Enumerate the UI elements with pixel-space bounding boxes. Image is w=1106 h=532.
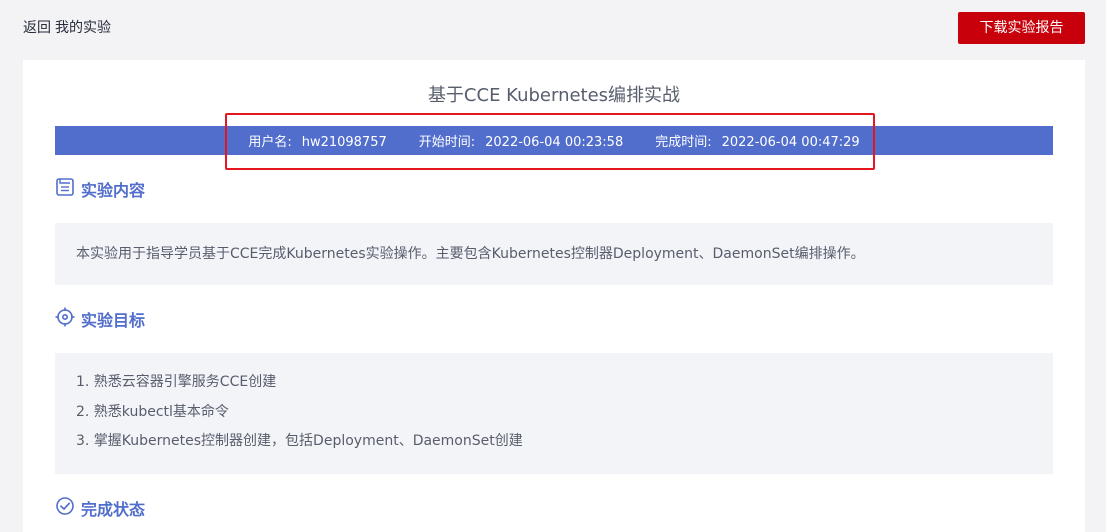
- section-title-content: 实验内容: [55, 178, 145, 200]
- end-time-label: 完成时间:: [655, 135, 712, 150]
- report-card: 基于CCE Kubernetes编排实战 用户名: hw21098757 开始时间…: [23, 60, 1085, 532]
- download-report-button[interactable]: 下载实验报告: [958, 12, 1085, 44]
- target-icon: [55, 307, 81, 331]
- info-bar: 用户名: hw21098757 开始时间: 2022-06-04 00:23:58 …: [55, 126, 1053, 155]
- start-time-info: 开始时间: 2022-06-04 00:23:58: [419, 131, 623, 150]
- section-title-goals-label: 实验目标: [81, 311, 146, 330]
- content-text: 本实验用于指导学员基于CCE完成Kubernetes实验操作。主要包含Kuber…: [76, 246, 865, 262]
- breadcrumb-current: 我的实验: [55, 20, 111, 36]
- section-title-status-label: 完成状态: [81, 500, 146, 519]
- breadcrumb: 返回 我的实验: [23, 19, 111, 37]
- document-icon: [55, 177, 81, 201]
- goal-item: 1. 熟悉云容器引擎服务CCE创建: [76, 374, 277, 390]
- start-time-label: 开始时间:: [418, 135, 476, 150]
- content-box: 本实验用于指导学员基于CCE完成Kubernetes实验操作。主要包含Kuber…: [55, 223, 1053, 285]
- username-info: 用户名: hw21098757: [248, 131, 386, 150]
- username-value: hw21098757: [301, 135, 387, 150]
- goals-box: 1. 熟悉云容器引擎服务CCE创建 2. 熟悉kubectl基本命令 3. 掌握…: [55, 353, 1053, 474]
- start-time-value: 2022-06-04 00:23:58: [485, 135, 624, 150]
- goal-item: 3. 掌握Kubernetes控制器创建，包括Deployment、Daemon…: [76, 433, 523, 449]
- goal-item: 2. 熟悉kubectl基本命令: [76, 403, 229, 420]
- section-title-content-label: 实验内容: [81, 181, 146, 200]
- end-time-info: 完成时间: 2022-06-04 00:47:29: [655, 131, 859, 150]
- goals-list: 1. 熟悉云容器引擎服务CCE创建 2. 熟悉kubectl基本命令 3. 掌握…: [55, 353, 1053, 482]
- username-label: 用户名:: [248, 135, 292, 150]
- check-circle-icon: [55, 496, 81, 520]
- report-title: 基于CCE Kubernetes编排实战: [427, 85, 681, 106]
- end-time-value: 2022-06-04 00:47:29: [721, 135, 860, 150]
- section-title-goals: 实验目标: [55, 307, 146, 331]
- section-title-status: 完成状态: [55, 497, 145, 519]
- back-link[interactable]: 返回: [23, 20, 51, 36]
- top-bar: 返回 我的实验 下载实验报告: [0, 0, 1106, 60]
